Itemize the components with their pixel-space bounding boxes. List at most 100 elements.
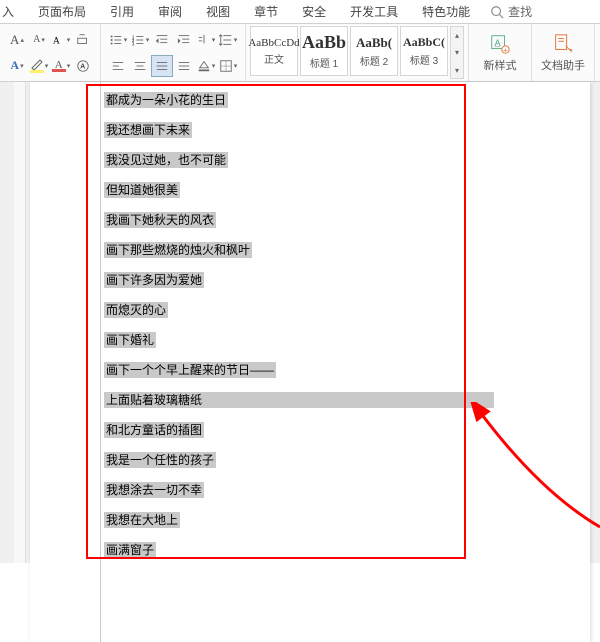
shading-button[interactable]: ▾ [195,55,217,77]
selected-text[interactable]: 但知道她很美 [104,182,180,198]
text-tools-group: 文 文字工 [595,24,600,81]
selected-text[interactable]: 都成为一朵小花的生日 [104,92,228,108]
font-group: A▴ A▾ A▾ A▾ ▾ A▾ A [0,24,101,81]
selected-text[interactable]: 而熄灭的心 [104,302,168,318]
style-label: 标题 3 [410,52,438,67]
tab-page-layout[interactable]: 页面布局 [26,0,98,23]
doc-line[interactable]: 我还想画下未来 [104,122,574,138]
style-preview: AaBbCcDd [248,37,299,49]
workspace: 都成为一朵小花的生日我还想画下未来我没见过她，也不可能但知道她很美我画下她秋天的… [0,82,600,563]
paragraph-group: ▾ 123▾ ▾ ▾ ▾ ▾ [101,24,246,81]
text-direction-button[interactable]: ▾ [195,29,217,51]
selected-text[interactable]: 我还想画下未来 [104,122,192,138]
svg-text:+: + [503,45,507,54]
new-style-group: A̲+ 新样式 [469,24,532,81]
doc-line[interactable]: 都成为一朵小花的生日 [104,92,574,108]
selected-text[interactable]: 上面贴着玻璃糖纸 [104,392,494,408]
selected-text[interactable]: 我想在大地上 [104,512,180,528]
selected-text[interactable]: 我是一个任性的孩子 [104,452,216,468]
style-heading-2[interactable]: AaBb( 标题 2 [350,26,398,76]
style-heading-1[interactable]: AaBb 标题 1 [300,26,348,76]
doc-assistant-button[interactable]: 文档助手 [538,27,588,79]
style-gallery: AaBbCcDd 正文 AaBb 标题 1 AaBb( 标题 2 AaBbC( … [246,24,469,81]
doc-line[interactable]: 画下许多因为爱她 [104,272,574,288]
align-center-button[interactable] [129,55,151,77]
doc-line[interactable]: 我画下她秋天的风衣 [104,212,574,228]
align-justify-button[interactable] [151,55,173,77]
new-style-label: 新样式 [484,57,517,73]
svg-text:A: A [53,35,60,46]
style-gallery-scroll[interactable]: ▴ ▾ ▾ [450,26,464,79]
search-box[interactable]: 查找 [482,3,532,20]
search-icon [490,5,504,19]
selected-text[interactable]: 我想涂去一切不幸 [104,482,204,498]
doc-line[interactable]: 而熄灭的心 [104,302,574,318]
selected-text[interactable]: 画满窗子 [104,542,156,558]
doc-line[interactable]: 我是一个任性的孩子 [104,452,574,468]
svg-text:A̲: A̲ [495,37,502,47]
selected-text[interactable]: 画下婚礼 [104,332,156,348]
selected-text[interactable]: 画下许多因为爱她 [104,272,204,288]
doc-assistant-group: 文档助手 [532,24,595,81]
bullets-button[interactable]: ▾ [107,29,129,51]
document-page[interactable]: 都成为一朵小花的生日我还想画下未来我没见过她，也不可能但知道她很美我画下她秋天的… [30,82,590,642]
tab-view[interactable]: 视图 [194,0,242,23]
clear-format-button[interactable] [72,29,94,51]
borders-button[interactable]: ▾ [217,55,239,77]
style-heading-3[interactable]: AaBbC( 标题 3 [400,26,448,76]
tab-sections[interactable]: 章节 [242,0,290,23]
grow-font-button[interactable]: A▴ [6,29,28,51]
vertical-ruler [14,82,26,563]
margin-guide [100,82,101,642]
expand-gallery-icon[interactable]: ▾ [451,62,463,78]
tab-references[interactable]: 引用 [98,0,146,23]
selected-text[interactable]: 我画下她秋天的风衣 [104,212,216,228]
highlight-color-button[interactable]: ▾ [28,55,50,77]
selected-text[interactable]: 和北方童话的插图 [104,422,204,438]
doc-line[interactable]: 和北方童话的插图 [104,422,574,438]
style-label: 正文 [264,51,284,66]
document-content[interactable]: 都成为一朵小花的生日我还想画下未来我没见过她，也不可能但知道她很美我画下她秋天的… [104,92,574,572]
style-body-text[interactable]: AaBbCcDd 正文 [250,26,298,76]
doc-line[interactable]: 画下那些燃烧的烛火和枫叶 [104,242,574,258]
align-distributed-button[interactable] [173,55,195,77]
doc-line[interactable]: 我没见过她，也不可能 [104,152,574,168]
ribbon-tabs: 入 页面布局 引用 审阅 视图 章节 安全 开发工具 特色功能 查找 [0,0,600,24]
tab-security[interactable]: 安全 [290,0,338,23]
change-case-button[interactable]: A▾ [50,29,72,51]
numbering-button[interactable]: 123▾ [129,29,151,51]
scroll-up-icon[interactable]: ▴ [451,27,463,43]
doc-line[interactable]: 我想涂去一切不幸 [104,482,574,498]
increase-indent-button[interactable] [173,29,195,51]
doc-assistant-icon [552,33,574,55]
doc-line[interactable]: 画下婚礼 [104,332,574,348]
svg-text:A: A [80,63,85,70]
selected-text[interactable]: 我没见过她，也不可能 [104,152,228,168]
tab-special[interactable]: 特色功能 [410,0,482,23]
tab-review[interactable]: 审阅 [146,0,194,23]
doc-assistant-label: 文档助手 [541,57,585,73]
shrink-font-button[interactable]: A▾ [28,29,50,51]
doc-line[interactable]: 但知道她很美 [104,182,574,198]
doc-line[interactable]: 上面贴着玻璃糖纸 [104,392,574,408]
style-label: 标题 1 [310,55,338,70]
style-label: 标题 2 [360,53,388,68]
doc-line[interactable]: 画满窗子 [104,542,574,558]
line-spacing-button[interactable]: ▾ [217,29,239,51]
doc-line[interactable]: 我想在大地上 [104,512,574,528]
doc-line[interactable]: 画下一个个早上醒来的节日—— [104,362,574,378]
selected-text[interactable]: 画下一个个早上醒来的节日—— [104,362,276,378]
enclose-char-button[interactable]: A [72,55,94,77]
tab-dev-tools[interactable]: 开发工具 [338,0,410,23]
decrease-indent-button[interactable] [151,29,173,51]
ribbon-toolbar: A▴ A▾ A▾ A▾ ▾ A▾ A ▾ 123▾ ▾ ▾ [0,24,600,82]
scroll-down-icon[interactable]: ▾ [451,45,463,61]
new-style-button[interactable]: A̲+ 新样式 [475,27,525,79]
new-style-icon: A̲+ [489,33,511,55]
align-left-button[interactable] [107,55,129,77]
style-preview: AaBb [302,32,346,53]
tab-insert[interactable]: 入 [0,0,26,23]
text-effects-button[interactable]: A▾ [6,55,28,77]
selected-text[interactable]: 画下那些燃烧的烛火和枫叶 [104,242,252,258]
font-color-button[interactable]: A▾ [50,55,72,77]
